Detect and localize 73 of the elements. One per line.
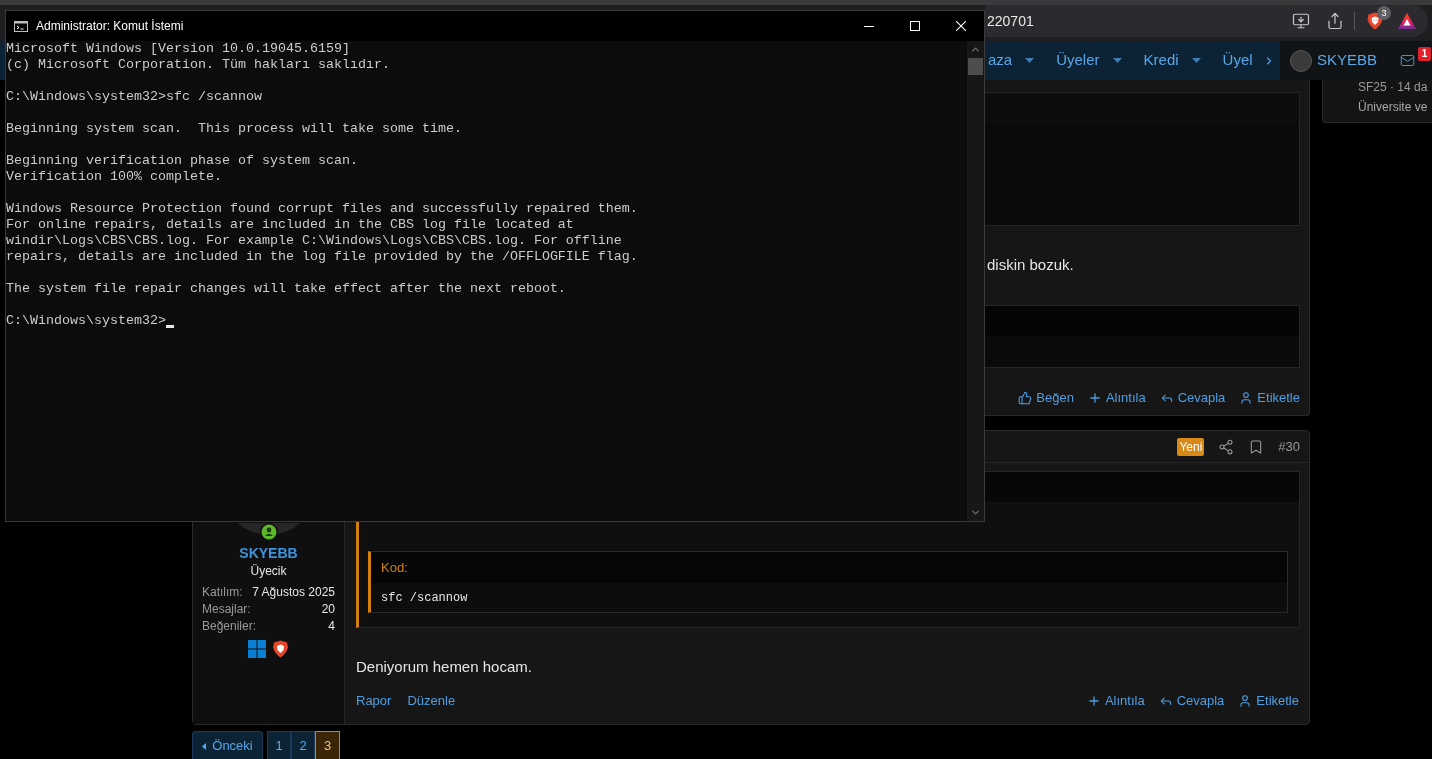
caret-left-icon — [202, 742, 207, 750]
console-line: windir\Logs\CBS\CBS.log. For example C:\Windows\Logs\CBS\CBS.log. For offline — [6, 233, 622, 249]
stat-label: Mesajlar: — [202, 600, 251, 618]
shield-icon — [272, 640, 289, 658]
new-badge: Yeni — [1177, 437, 1205, 456]
console-line: The system file repair changes will take effect after the next reboot. — [6, 281, 566, 297]
nav-menu-item[interactable]: Üyeler — [1056, 49, 1122, 72]
terminal-icon — [14, 20, 28, 32]
user-title: Üyecik — [249, 563, 288, 580]
quote-link[interactable]: Alıntıla — [1086, 692, 1145, 710]
install-app-icon[interactable] — [1292, 12, 1310, 30]
console-line: Verification 100% complete. — [6, 169, 222, 185]
nav-menu-item[interactable]: aza — [988, 49, 1035, 72]
window-title: Administrator: Komut İstemi — [36, 18, 184, 35]
sidebar-text: Üniversite ve — [1358, 100, 1429, 115]
maximize-icon[interactable] — [910, 21, 920, 31]
scroll-up-icon[interactable] — [970, 44, 981, 55]
console-line: Beginning verification phase of system scan. — [6, 153, 358, 169]
like-link[interactable]: Beğen — [1018, 389, 1074, 407]
page-button[interactable]: 2 — [291, 731, 315, 759]
post-number-link[interactable]: #30 — [1278, 436, 1300, 457]
windows-logo-icon — [248, 640, 266, 658]
post-text: diskin bozuk. — [987, 255, 1074, 275]
notification-badge: 1 — [1418, 47, 1431, 61]
stat-label: Katılım: — [202, 583, 243, 601]
triangle-logo-icon[interactable] — [1398, 13, 1416, 29]
reply-icon — [1159, 391, 1174, 405]
page-button[interactable]: 3 — [315, 731, 340, 759]
console-line: For online repairs, details are included in the CBS log file located at — [6, 217, 574, 233]
sidebar-text: SF25 · 14 da — [1358, 80, 1429, 94]
count-badge: 3 — [1377, 6, 1391, 20]
nav-menu-item[interactable]: Üyel — [1222, 49, 1253, 72]
thumbs-up-icon — [1018, 391, 1033, 405]
console-line: (c) Microsoft Corporation. Tüm hakları saklıdır. — [6, 57, 390, 73]
nav-menu-item[interactable]: Kredi — [1143, 49, 1201, 72]
reply-link[interactable]: Cevapla — [1159, 389, 1226, 407]
stat-value: 7 Ağustos 2025 — [252, 583, 335, 601]
console-line: C:\Windows\system32> — [6, 313, 166, 329]
mail-icon[interactable] — [1399, 53, 1417, 68]
edit-link[interactable]: Düzenle — [407, 692, 456, 710]
plus-icon — [1087, 391, 1102, 405]
tag-link[interactable]: Etiketle — [1239, 389, 1300, 407]
scroll-down-icon[interactable] — [970, 507, 981, 518]
console-line: Windows Resource Protection found corrupt files and successfully repaired them. — [6, 201, 638, 217]
plus-icon — [1086, 694, 1101, 708]
url-text: 220701 — [987, 11, 1034, 31]
tag-link[interactable]: Etiketle — [1238, 692, 1299, 710]
page-button[interactable]: 1 — [267, 731, 291, 759]
previous-page-button[interactable]: Önceki — [192, 731, 263, 759]
stat-value: 20 — [321, 600, 335, 618]
reply-link[interactable]: Cevapla — [1158, 692, 1225, 710]
minimize-icon[interactable] — [864, 25, 874, 27]
username-link[interactable]: SKYEBB — [1317, 49, 1378, 72]
reply-icon — [1158, 694, 1173, 708]
username-link[interactable]: SKYEBB — [202, 543, 335, 563]
scrollbar-thumb[interactable] — [968, 58, 983, 75]
share-icon[interactable] — [1326, 12, 1344, 30]
quote-link[interactable]: Alıntıla — [1087, 389, 1146, 407]
share-icon[interactable] — [1218, 438, 1235, 455]
address-bar[interactable]: 220701 3 — [985, 5, 1428, 37]
user-icon — [1239, 391, 1254, 405]
close-icon[interactable] — [956, 21, 966, 31]
stat-value: 4 — [328, 617, 335, 635]
console-line: Beginning system scan. This process will take some time. — [6, 121, 462, 137]
post-text: Deniyorum hemen hocam. — [356, 657, 532, 677]
console-line: repairs, details are included in the log file provided by the /OFFLOGFILE flag. — [6, 249, 638, 265]
report-link[interactable]: Rapor — [356, 692, 392, 710]
code-label: Kod: — [381, 558, 408, 577]
console-line: Microsoft Windows [Version 10.0.19045.6159] — [6, 41, 350, 57]
user-icon — [1238, 694, 1253, 708]
console-line: C:\Windows\system32>sfc /scannow — [6, 89, 262, 105]
stat-label: Beğeniler: — [202, 617, 257, 635]
code-text: sfc /scannow — [381, 589, 468, 607]
